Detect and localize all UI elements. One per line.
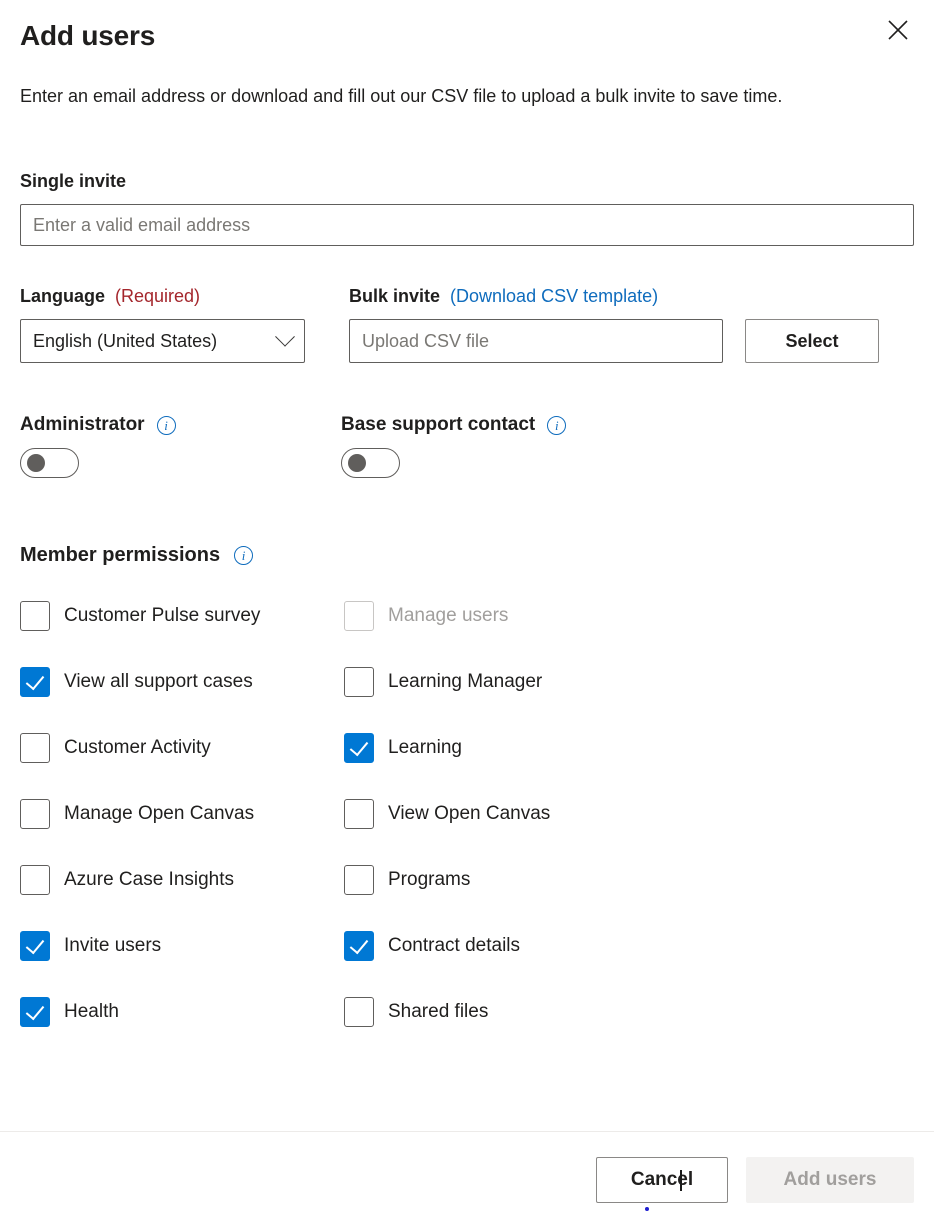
checkbox-unchecked-icon[interactable] — [344, 865, 374, 895]
upload-csv-input[interactable] — [349, 319, 723, 363]
info-icon[interactable]: i — [156, 415, 176, 435]
permission-label: Learning Manager — [388, 671, 543, 692]
permission-label: Shared files — [388, 1001, 489, 1022]
checkbox-unchecked-icon[interactable] — [344, 997, 374, 1027]
select-file-button[interactable]: Select — [745, 319, 879, 363]
permission-label: View Open Canvas — [388, 803, 551, 824]
permission-label: Manage users — [388, 605, 509, 626]
permission-label: Programs — [388, 869, 471, 890]
permission-item[interactable]: Learning Manager — [344, 649, 914, 715]
close-icon — [888, 20, 908, 40]
close-button[interactable] — [876, 8, 920, 52]
permissions-grid: Customer Pulse survey Manage users View al… — [20, 583, 914, 1045]
checkbox-unchecked-icon[interactable] — [20, 799, 50, 829]
single-invite-label: Single invite — [20, 171, 127, 191]
permission-label: Customer Activity — [64, 737, 211, 758]
single-invite-section: Single invite — [20, 169, 914, 246]
chevron-down-icon — [275, 326, 295, 347]
permission-item[interactable]: Health — [20, 979, 344, 1045]
permission-item[interactable]: Invite users — [20, 913, 344, 979]
checkbox-checked-icon[interactable] — [344, 733, 374, 763]
language-label: Language — [20, 286, 106, 306]
language-section: Language (Required) English (United Stat… — [20, 284, 329, 363]
permission-label: Learning — [388, 737, 462, 758]
toggles-row: Administrator i Base support contact i — [20, 414, 914, 482]
language-required-text: (Required) — [115, 286, 201, 306]
member-permissions-section: Member permissions i Customer Pulse surv… — [20, 544, 914, 1045]
toggle-knob — [27, 454, 45, 472]
info-icon[interactable]: i — [547, 415, 567, 435]
permission-item[interactable]: Manage Open Canvas — [20, 781, 344, 847]
checkbox-unchecked-icon — [344, 601, 374, 631]
dialog-footer: Cancel Add users — [0, 1131, 934, 1228]
permission-item: Manage users — [344, 583, 914, 649]
focus-indicator-dot — [645, 1207, 649, 1211]
checkbox-unchecked-icon[interactable] — [344, 799, 374, 829]
cancel-button-label: Cancel — [630, 1169, 694, 1190]
bulk-invite-section: Bulk invite (Download CSV template) Sele… — [349, 284, 879, 363]
dialog-header: Add users — [0, 0, 934, 54]
base-support-contact-toggle-group: Base support contact i — [341, 414, 567, 482]
checkbox-checked-icon[interactable] — [20, 931, 50, 961]
add-users-submit-button[interactable]: Add users — [746, 1157, 914, 1203]
checkbox-checked-icon[interactable] — [20, 667, 50, 697]
bulk-invite-label: Bulk invite — [349, 286, 441, 306]
permission-label: Invite users — [64, 935, 162, 956]
permission-item[interactable]: Contract details — [344, 913, 914, 979]
permission-item[interactable]: Shared files — [344, 979, 914, 1045]
info-icon[interactable]: i — [234, 546, 254, 565]
permission-item[interactable]: Azure Case Insights — [20, 847, 344, 913]
checkbox-unchecked-icon[interactable] — [344, 667, 374, 697]
permission-label: Azure Case Insights — [64, 869, 235, 890]
toggle-knob — [348, 454, 366, 472]
administrator-toggle[interactable] — [20, 448, 79, 478]
permission-item[interactable]: View all support cases — [20, 649, 344, 715]
permission-item[interactable]: Customer Activity — [20, 715, 344, 781]
single-invite-email-input[interactable] — [20, 204, 914, 246]
language-select[interactable]: English (United States) — [20, 319, 305, 363]
permission-label: Customer Pulse survey — [64, 605, 261, 626]
cancel-button[interactable]: Cancel — [596, 1157, 728, 1211]
add-users-dialog: Add users Enter an email address or down… — [0, 0, 934, 1228]
permission-item[interactable]: View Open Canvas — [344, 781, 914, 847]
administrator-toggle-group: Administrator i — [20, 414, 341, 482]
checkbox-unchecked-icon[interactable] — [20, 601, 50, 631]
base-support-contact-toggle[interactable] — [341, 448, 400, 478]
checkbox-unchecked-icon[interactable] — [20, 733, 50, 763]
administrator-label: Administrator — [20, 414, 145, 435]
permission-item[interactable]: Programs — [344, 847, 914, 913]
checkbox-checked-icon[interactable] — [344, 931, 374, 961]
language-selected-value: English (United States) — [33, 330, 218, 351]
permission-label: Manage Open Canvas — [64, 803, 255, 824]
intro-text: Enter an email address or download and f… — [20, 86, 783, 106]
permission-label: Health — [64, 1001, 119, 1022]
permission-label: View all support cases — [64, 671, 253, 692]
permission-label: Contract details — [388, 935, 521, 956]
member-permissions-title: Member permissions — [20, 544, 221, 566]
base-support-contact-label: Base support contact — [341, 414, 536, 435]
permission-item[interactable]: Customer Pulse survey — [20, 583, 344, 649]
language-bulk-row: Language (Required) English (United Stat… — [20, 284, 914, 363]
checkbox-checked-icon[interactable] — [20, 997, 50, 1027]
checkbox-unchecked-icon[interactable] — [20, 865, 50, 895]
page-title: Add users — [20, 20, 156, 51]
dialog-body: Enter an email address or download and f… — [0, 54, 934, 1131]
download-csv-template-link[interactable]: (Download CSV template) — [450, 286, 658, 307]
permission-item[interactable]: Learning — [344, 715, 914, 781]
